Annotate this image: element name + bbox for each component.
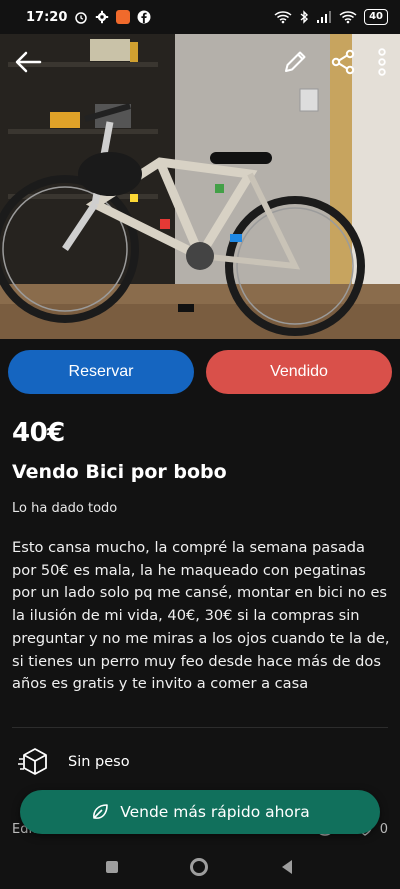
package-icon: [18, 748, 47, 775]
bluetooth-icon: [300, 10, 309, 24]
listing-actions: Reservar Vendido: [8, 350, 392, 394]
triangle-back-icon[interactable]: [280, 859, 294, 875]
pencil-icon[interactable]: [282, 49, 308, 75]
listing-price: 40€: [12, 418, 65, 448]
circle-icon[interactable]: [190, 858, 208, 876]
square-icon[interactable]: [106, 861, 118, 873]
gear-icon: [96, 10, 109, 24]
sell-faster-button[interactable]: Vende más rápido ahora: [20, 790, 380, 834]
listing-description: Esto cansa mucho, la compré la semana pa…: [12, 539, 390, 693]
listing-title: Vendo Bici por bobo: [12, 461, 227, 483]
shipping-info: Sin peso: [18, 745, 130, 779]
listing-condition: Lo ha dado todo: [12, 501, 118, 516]
app-icon: [116, 10, 131, 24]
wifi-icon: [274, 11, 292, 24]
signal-icon: [317, 11, 332, 23]
system-nav-bar: [0, 845, 400, 889]
wifi-icon: [339, 11, 357, 24]
shipping-label: Sin peso: [68, 754, 130, 770]
sell-faster-label: Vende más rápido ahora: [120, 803, 310, 821]
divider: [12, 727, 388, 728]
favorites-count: 0: [379, 822, 388, 837]
facebook-icon: [137, 10, 151, 24]
more-vertical-icon[interactable]: [378, 47, 386, 77]
leaf-icon: [93, 804, 108, 819]
status-bar: 17:20 40: [0, 0, 400, 34]
status-time: 17:20: [26, 9, 68, 25]
reserve-button[interactable]: Reservar: [8, 350, 194, 394]
share-icon[interactable]: [330, 49, 356, 75]
arrow-left-icon[interactable]: [14, 50, 42, 74]
photo-toolbar: [0, 34, 400, 90]
battery-icon: 40: [364, 9, 388, 25]
sold-button[interactable]: Vendido: [206, 350, 392, 394]
alarm-icon: [75, 12, 88, 24]
